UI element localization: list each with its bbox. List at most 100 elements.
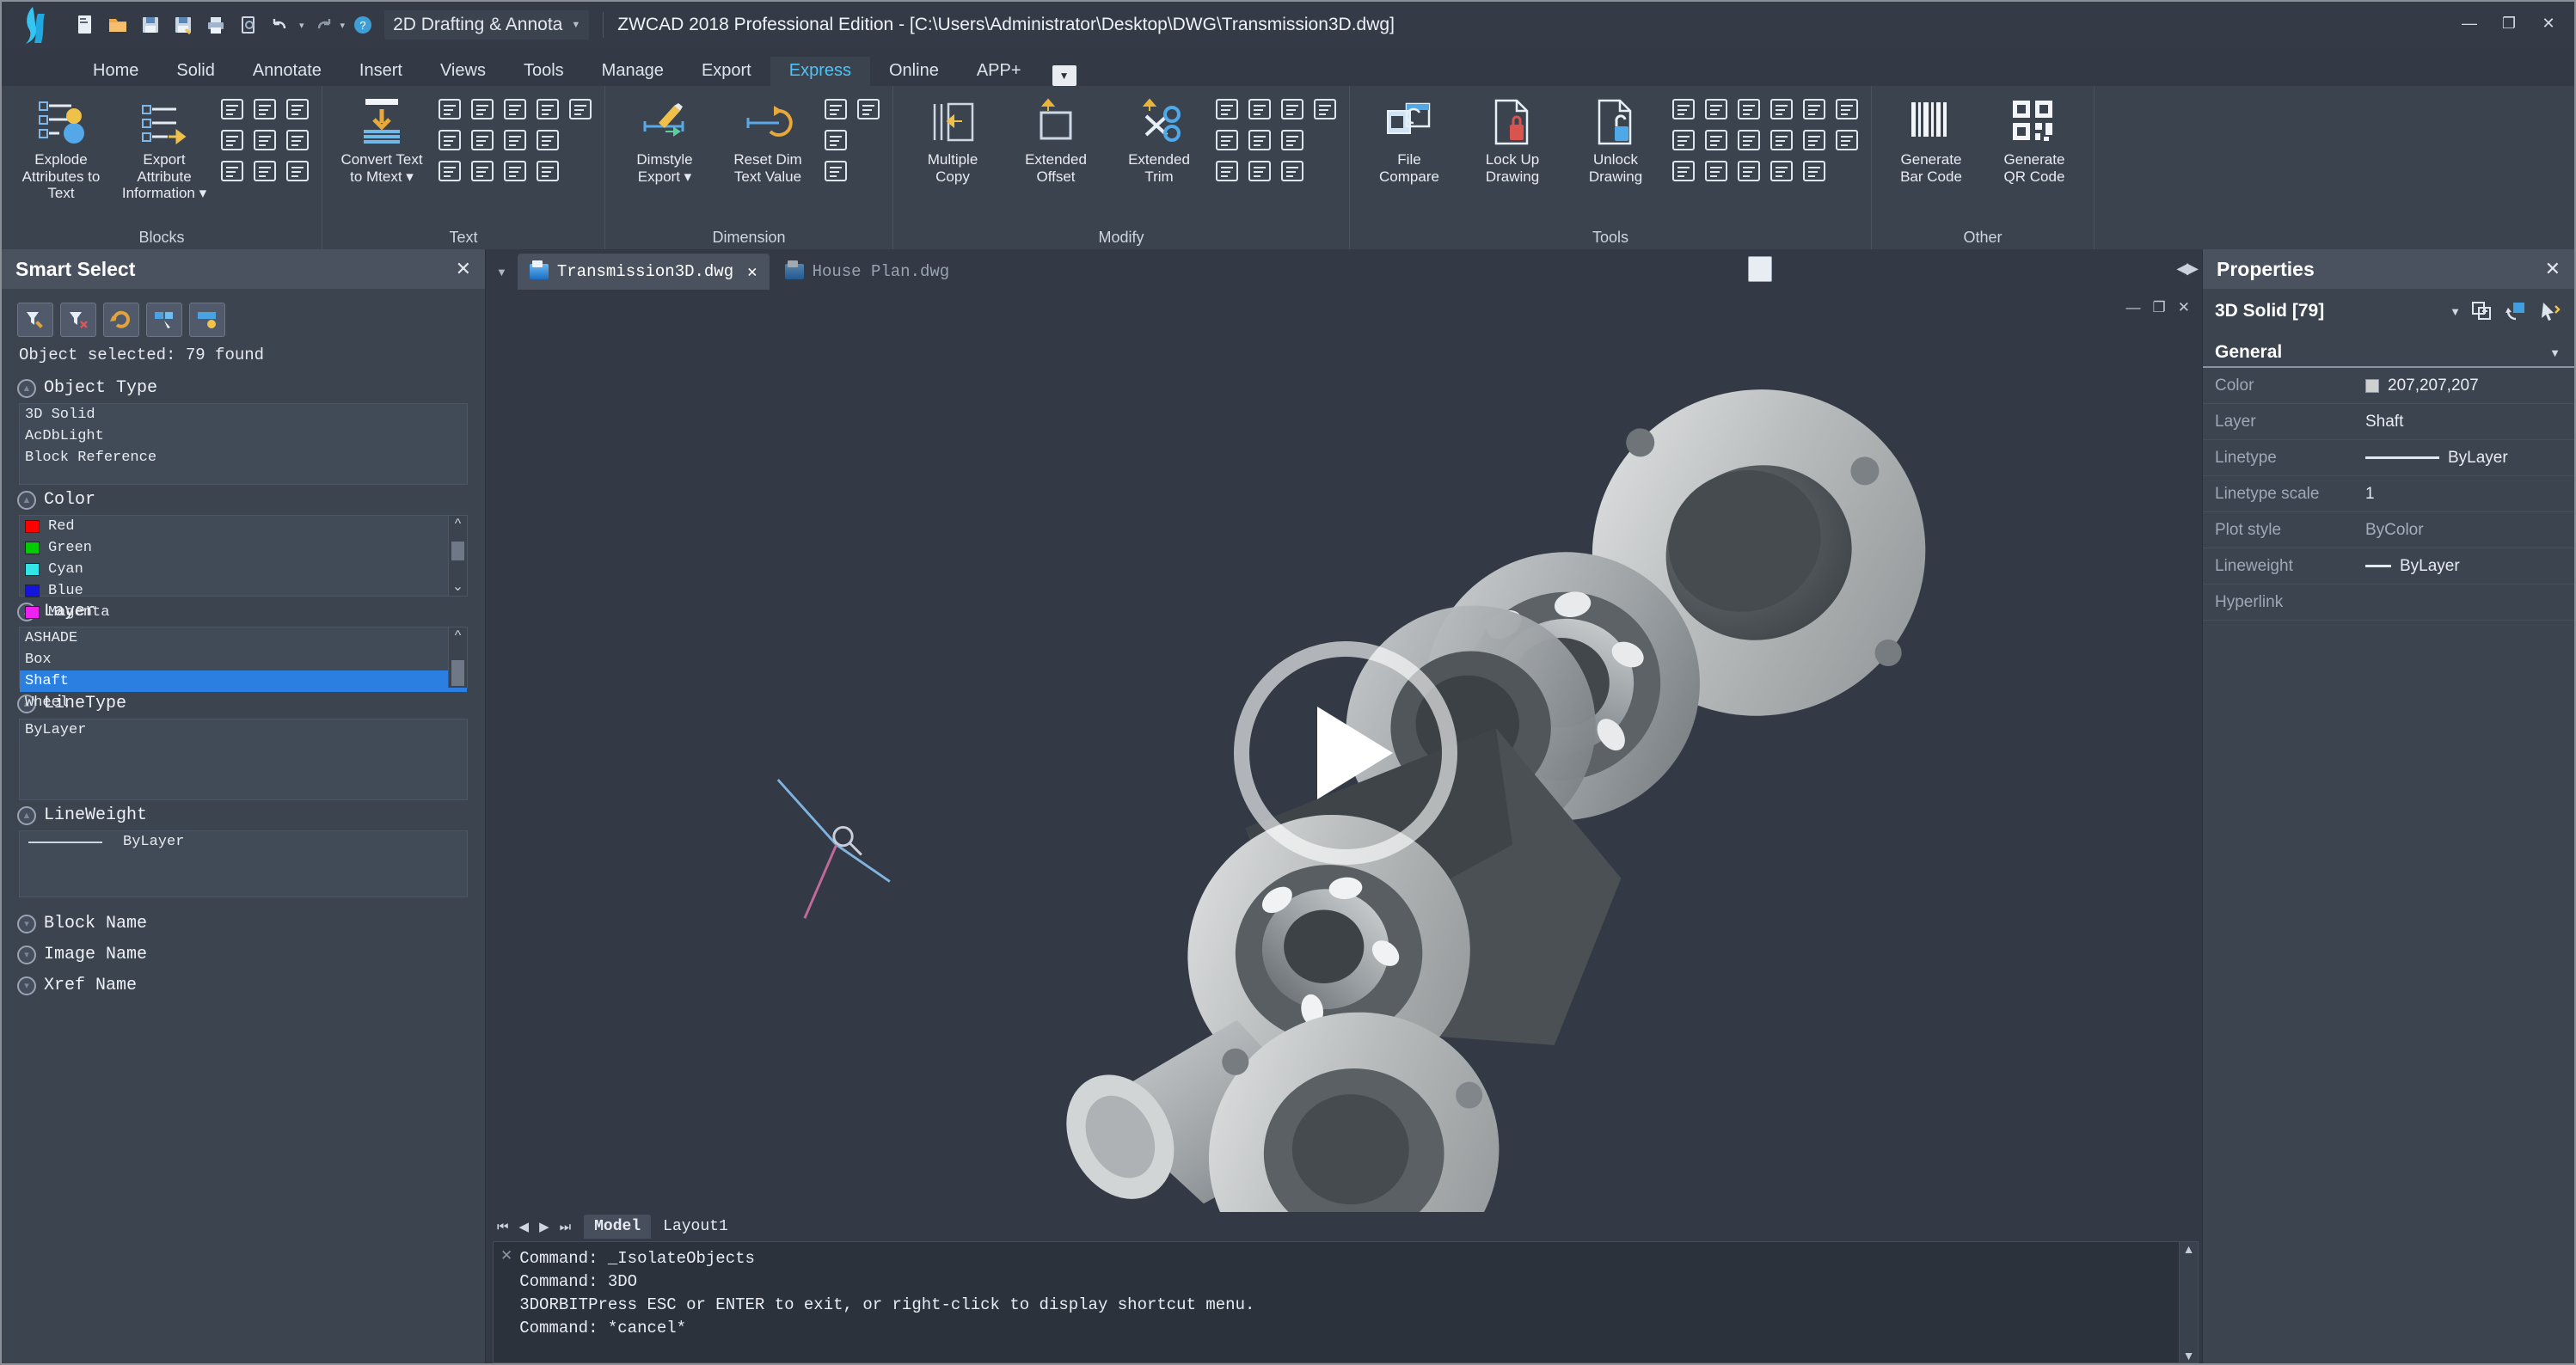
ribbon-more-icon[interactable]: ▼ <box>1052 65 1076 86</box>
select-settings-icon[interactable] <box>189 303 225 337</box>
block-replace-icon[interactable] <box>217 125 248 155</box>
save-icon[interactable] <box>136 10 165 40</box>
section-header-color[interactable]: ▲ Color <box>2 485 485 513</box>
section-header-object-type[interactable]: ▲ Object Type <box>2 373 485 401</box>
help-icon[interactable]: ? <box>348 10 377 40</box>
scrollbar-thumb[interactable] <box>451 542 464 560</box>
layout-tab-model[interactable]: Model <box>584 1215 652 1239</box>
radio-option-block-name[interactable]: ▾ Block Name <box>2 906 485 937</box>
coordinate-icon[interactable] <box>1733 156 1764 186</box>
first-layout-icon[interactable]: ⏮ <box>493 1220 513 1234</box>
scrollbar[interactable]: ^⌄ <box>448 627 467 688</box>
select-filter-icon[interactable] <box>17 303 53 337</box>
list-info-icon[interactable] <box>1668 125 1699 155</box>
copy-nested-icon[interactable] <box>1831 95 1862 124</box>
block-scale-icon[interactable] <box>217 95 248 124</box>
ribbon-button-multiple-copy[interactable]: Multiple Copy <box>902 91 1003 188</box>
document-tab[interactable]: House Plan.dwg <box>773 254 962 290</box>
radio-option-image-name[interactable]: ▾ Image Name <box>2 937 485 968</box>
delete-dup-icon[interactable] <box>1831 125 1862 155</box>
ribbon-tab-annotate[interactable]: Annotate <box>234 57 340 86</box>
ribbon-button-unlock-drawing[interactable]: Unlock Drawing <box>1565 91 1666 188</box>
property-value-cell[interactable]: ByLayer <box>2365 557 2460 576</box>
list-item[interactable]: Blue <box>20 580 467 602</box>
close-icon[interactable]: ✕ <box>494 1242 519 1362</box>
listbox-layer[interactable]: ASHADE Box Shaft Wheel ^⌄ <box>19 627 468 711</box>
ribbon-tab-express[interactable]: Express <box>770 57 870 86</box>
break-line-icon[interactable] <box>1244 125 1275 155</box>
close-icon[interactable]: ✕ <box>456 258 471 280</box>
layout-tab-layout1[interactable]: Layout1 <box>653 1215 739 1239</box>
property-row[interactable]: Linetype ByLayer <box>2203 440 2574 476</box>
text-single-icon[interactable] <box>532 95 563 124</box>
extend-to-icon[interactable] <box>1211 125 1242 155</box>
property-value-cell[interactable]: ByColor <box>2365 521 2424 540</box>
ribbon-button-generate-bar-code[interactable]: Generate Bar Code <box>1880 91 1982 188</box>
listbox-object-type[interactable]: 3D Solid AcDbLight Block Reference <box>19 403 468 485</box>
move-copy-icon[interactable] <box>1211 156 1242 186</box>
new-file-icon[interactable] <box>71 10 100 40</box>
list-item[interactable]: Green <box>20 537 467 559</box>
scroll-up-icon[interactable]: ▲ <box>2183 1242 2195 1256</box>
listbox-linetype[interactable]: ByLayer <box>19 719 468 800</box>
command-line[interactable]: ✕ Command: _IsolateObjects Command: 3DO 3D… <box>493 1241 2199 1363</box>
block-nested-icon[interactable] <box>249 125 280 155</box>
undo-dropdown-caret[interactable]: ▾ <box>299 20 304 31</box>
ribbon-button-explode-attributes-to-text[interactable]: Explode Attributes to Text <box>10 91 112 205</box>
super-purge-icon[interactable] <box>1701 95 1732 124</box>
property-value-cell[interactable]: 1 <box>2365 485 2375 504</box>
ribbon-tab-views[interactable]: Views <box>421 57 505 86</box>
property-row[interactable]: Plot style ByColor <box>2203 512 2574 548</box>
measure-tool-icon[interactable] <box>1668 95 1699 124</box>
list-item[interactable]: ByLayer <box>20 719 467 741</box>
ribbon-button-reset-dim-text-value[interactable]: Reset Dim Text Value <box>717 91 819 188</box>
viewport-close-button[interactable]: ✕ <box>2178 299 2190 316</box>
text-frame-icon[interactable] <box>434 95 465 124</box>
ribbon-tab-export[interactable]: Export <box>683 57 770 86</box>
ribbon-button-extended-trim[interactable]: Extended Trim <box>1108 91 1210 188</box>
text-explode-icon[interactable] <box>500 156 531 186</box>
viewport-minimize-button[interactable]: — <box>2126 299 2141 316</box>
document-tab[interactable]: Transmission3D.dwg ✕ <box>517 254 770 290</box>
list-item[interactable]: Cyan <box>20 559 467 580</box>
property-row[interactable]: Color 207,207,207 <box>2203 368 2574 404</box>
text-incr-icon[interactable] <box>565 95 596 124</box>
text-fit-icon[interactable] <box>467 156 498 186</box>
video-play-overlay[interactable] <box>1234 641 1457 865</box>
pickadd-icon[interactable] <box>2469 299 2495 323</box>
dim-arrow-icon[interactable] <box>820 125 851 155</box>
command-scrollbar[interactable]: ▲ ▼ <box>2179 1242 2198 1362</box>
radio-icon[interactable]: ▾ <box>17 914 36 933</box>
region-icon[interactable] <box>1277 95 1308 124</box>
block-table-icon[interactable] <box>282 95 313 124</box>
property-value-cell[interactable]: 207,207,207 <box>2365 376 2479 395</box>
list-item[interactable]: ASHADE <box>20 627 467 649</box>
zoom-ext-icon[interactable] <box>1701 125 1732 155</box>
redo-icon[interactable] <box>308 10 337 40</box>
list-item[interactable]: 3D Solid <box>20 404 467 425</box>
ribbon-tab-online[interactable]: Online <box>870 57 958 86</box>
spline-icon[interactable] <box>1244 156 1275 186</box>
properties-section-general[interactable]: General ▼ <box>2203 334 2574 368</box>
radio-option-xref-name[interactable]: ▾ Xref Name <box>2 968 485 999</box>
rect-crop-icon[interactable] <box>1277 156 1308 186</box>
dim-oblique-icon[interactable] <box>853 95 884 124</box>
layer-tool-icon[interactable] <box>1766 95 1797 124</box>
ribbon-button-extended-offset[interactable]: Extended Offset <box>1005 91 1107 188</box>
chevron-down-icon[interactable]: ▼ <box>2450 305 2461 318</box>
text-rotate-icon[interactable] <box>500 125 531 155</box>
list-item[interactable]: ByLayer <box>20 831 467 853</box>
radio-icon[interactable]: ▾ <box>17 945 36 964</box>
list-item[interactable]: Magenta <box>20 602 467 623</box>
ribbon-button-file-compare[interactable]: File Compare <box>1359 91 1460 188</box>
remove-filter-icon[interactable] <box>60 303 96 337</box>
block-list-icon[interactable] <box>217 156 248 186</box>
select-all-icon[interactable] <box>146 303 182 337</box>
scroll-up-icon[interactable]: ^ <box>455 516 462 533</box>
list-item[interactable]: Box <box>20 649 467 670</box>
block-explode-icon[interactable] <box>282 125 313 155</box>
tab-list-caret-icon[interactable]: ▼ <box>486 266 518 279</box>
scrollbar[interactable]: ^⌄ <box>448 516 467 596</box>
ribbon-tab-app-[interactable]: APP+ <box>958 57 1040 86</box>
break-cross-icon[interactable] <box>1766 125 1797 155</box>
